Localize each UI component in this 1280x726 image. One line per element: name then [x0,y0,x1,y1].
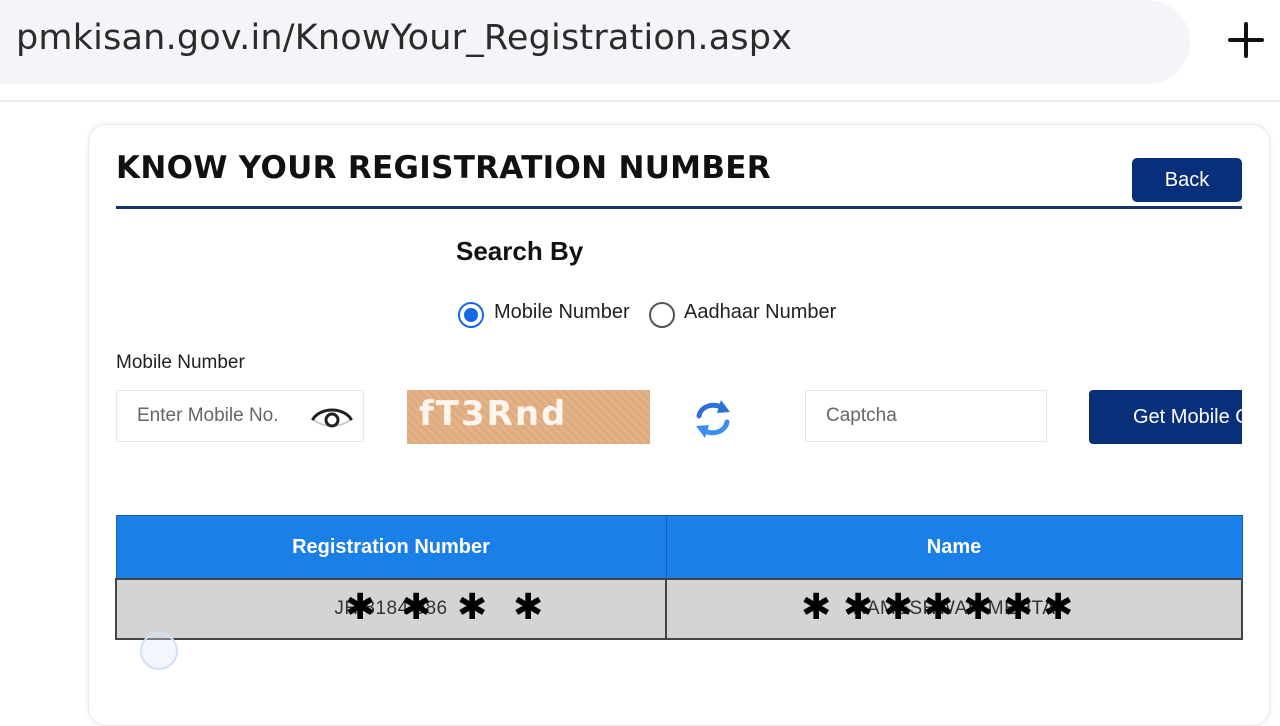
toolbar-divider [0,100,1280,102]
captcha-input[interactable] [805,390,1047,442]
captcha-text: fT3Rnd [419,394,568,434]
mobile-number-field [116,390,364,442]
redaction-star-icon: ✱ [801,587,832,628]
mobile-number-label: Mobile Number [116,352,245,373]
radio-aadhaar-number-label[interactable]: Aadhaar Number [684,301,836,324]
mobile-number-input[interactable] [117,391,307,441]
name-value: RAMESHWAR MEHTA [852,598,1056,619]
registration-number-value: JH 8184 086 [334,598,448,619]
get-mobile-otp-button[interactable]: Get Mobile OTP [1089,390,1242,444]
address-bar[interactable]: pmkisan.gov.in/KnowYour_Registration.asp… [0,0,1190,84]
column-header-name: Name [665,515,1243,580]
column-header-registration-number: Registration Number [115,515,667,580]
registration-number-cell: JH 8184 086 ✱ ✱ ✱ ✱ [115,578,667,640]
radio-aadhaar-number[interactable] [649,302,675,328]
page-title: KNOW YOUR REGISTRATION NUMBER [116,150,771,186]
name-cell: RAMESHWAR MEHTA ✱ ✱ ✱ ✱ ✱ ✱ ✱ [665,578,1243,640]
radio-mobile-number[interactable] [458,302,484,328]
table-row: JH 8184 086 ✱ ✱ ✱ ✱ RAMESHWAR MEHTA ✱ ✱ … [115,578,1243,640]
radio-mobile-number-label[interactable]: Mobile Number [494,301,630,324]
captcha-image: fT3Rnd [407,390,650,444]
eye-icon[interactable] [311,404,353,430]
results-table: Registration Number Name JH 8184 086 ✱ ✱… [115,515,1243,640]
back-button[interactable]: Back [1132,158,1242,202]
redaction-star-icon: ✱ [457,587,488,628]
redaction-star-icon: ✱ [513,587,544,628]
url-text[interactable]: pmkisan.gov.in/KnowYour_Registration.asp… [16,18,792,58]
refresh-icon[interactable] [692,396,734,442]
title-divider [116,206,1242,209]
plus-icon[interactable] [1226,20,1266,60]
search-by-heading: Search By [456,236,584,266]
table-header-row: Registration Number Name [115,515,1243,580]
touch-indicator [140,632,178,670]
